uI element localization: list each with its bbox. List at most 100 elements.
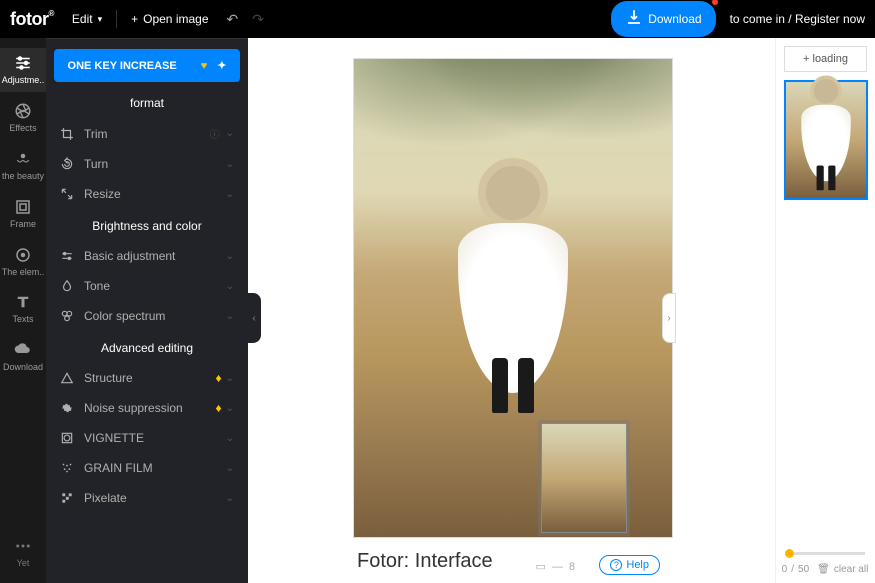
rail-item-label: Download <box>3 363 43 373</box>
tool-pixelate[interactable]: Pixelate ⌄ <box>54 483 240 513</box>
equalizer-icon <box>60 249 74 263</box>
rail-item-label: Texts <box>12 315 33 325</box>
tool-color-spectrum[interactable]: Color spectrum ⌄ <box>54 301 240 331</box>
history-max: 50 <box>798 564 809 575</box>
chevron-down-icon: ⌄ <box>226 373 234 384</box>
crop-icon <box>60 127 74 141</box>
rail-item-beauty[interactable]: the beauty <box>2 150 44 182</box>
adjust-panel: ONE KEY INCREASE ♥ ✦ format Trim ⓘ ⌄ Tur… <box>46 38 248 583</box>
chevron-down-icon: ⌄ <box>226 251 234 262</box>
drop-icon <box>60 279 74 293</box>
undo-button[interactable]: ↶ <box>227 11 239 28</box>
sparkle-icon <box>14 150 32 168</box>
clear-all-button[interactable]: clear all <box>834 564 868 575</box>
tool-label: Tone <box>84 279 226 293</box>
rail-item-adjust[interactable]: Adjustme.. <box>0 48 46 92</box>
open-image-button[interactable]: + Open image <box>131 12 208 26</box>
chevron-down-icon: ⌄ <box>226 433 234 444</box>
one-key-increase-button[interactable]: ONE KEY INCREASE ♥ ✦ <box>54 49 240 82</box>
tool-vignette[interactable]: VIGNETTE ⌄ <box>54 423 240 453</box>
rail-item-label: Frame <box>10 220 36 230</box>
auth-link[interactable]: to come in / Register now <box>730 12 865 26</box>
tool-label: Noise suppression <box>84 401 215 415</box>
rail-item-label: Effects <box>9 124 36 134</box>
rail-item-texts[interactable]: Texts <box>12 293 33 325</box>
grain-icon <box>60 461 74 475</box>
aperture-icon <box>14 102 32 120</box>
rail-item-frame[interactable]: Frame <box>10 198 36 230</box>
tool-label: Pixelate <box>84 491 226 505</box>
tool-structure[interactable]: Structure ♦ ⌄ <box>54 363 240 393</box>
frame-icon <box>14 198 32 216</box>
history-separator: / <box>791 564 794 575</box>
plus-icon: + <box>803 53 809 65</box>
tool-label: GRAIN FILM <box>84 461 226 475</box>
trash-icon[interactable]: 🗑 <box>817 564 830 575</box>
topbar: fotor® Edit ▾ + Open image ↶ ↷ Download … <box>0 0 875 38</box>
section-title-format: format <box>54 96 240 110</box>
tool-label: Basic adjustment <box>84 249 226 263</box>
tool-label: Trim <box>84 127 210 141</box>
help-icon: ? <box>610 559 622 571</box>
premium-heart-icon: ♥ <box>201 60 208 72</box>
rail-item-elements[interactable]: The elem.. <box>2 246 45 278</box>
navigator-preview[interactable] <box>541 423 627 533</box>
tool-turn[interactable]: Turn ⌄ <box>54 149 240 179</box>
sliders-icon <box>14 54 32 72</box>
image-thumbnail[interactable] <box>784 80 868 200</box>
diamond-icon: ♦ <box>215 401 221 415</box>
wand-icon: ✦ <box>217 59 226 72</box>
chevron-down-icon: ⌄ <box>226 281 234 292</box>
chevron-down-icon: ⌄ <box>226 311 234 322</box>
image-caption: Fotor: Interface <box>353 546 511 577</box>
tool-grain-film[interactable]: GRAIN FILM ⌄ <box>54 453 240 483</box>
chevron-down-icon: ⌄ <box>226 159 234 170</box>
rail-item-label: Adjustme.. <box>2 76 45 86</box>
cloud-icon <box>14 341 32 359</box>
triangle-icon <box>60 371 74 385</box>
more-icon <box>14 537 32 555</box>
tool-noise-suppression[interactable]: Noise suppression ♦ ⌄ <box>54 393 240 423</box>
tool-label: Color spectrum <box>84 309 226 323</box>
collapse-panel-button[interactable]: ‹ <box>247 293 261 343</box>
rail-item-label: Yet <box>17 559 30 569</box>
diamond-icon: ♦ <box>215 371 221 385</box>
history-slider[interactable] <box>785 552 865 555</box>
zoom-display: ▭ — 8 <box>535 560 575 573</box>
tool-label: Structure <box>84 371 215 385</box>
plus-icon: + <box>131 12 138 26</box>
rail-yet-button[interactable]: Yet <box>14 537 32 569</box>
chevron-down-icon: ⌄ <box>226 463 234 474</box>
collapse-right-button[interactable]: › <box>662 293 676 343</box>
rail-item-label: The elem.. <box>2 268 45 278</box>
pixel-icon <box>60 491 74 505</box>
section-title-brightness: Brightness and color <box>54 219 240 233</box>
text-icon <box>14 293 32 311</box>
tool-trim[interactable]: Trim ⓘ ⌄ <box>54 118 240 149</box>
one-key-label: ONE KEY INCREASE <box>68 60 177 72</box>
tool-resize[interactable]: Resize ⌄ <box>54 179 240 209</box>
tool-label: Resize <box>84 187 226 201</box>
help-button[interactable]: ? Help <box>599 555 660 575</box>
redo-button[interactable]: ↷ <box>252 11 264 28</box>
logo: fotor® <box>10 9 54 30</box>
info-icon: ⓘ <box>210 126 220 141</box>
arrows-icon <box>60 187 74 201</box>
tool-basic-adjustment[interactable]: Basic adjustment ⌄ <box>54 241 240 271</box>
download-button[interactable]: Download <box>611 1 715 37</box>
chevron-down-icon: ⌄ <box>226 189 234 200</box>
rotate-icon <box>60 157 74 171</box>
rail-item-download[interactable]: Download <box>3 341 43 373</box>
rail-item-label: the beauty <box>2 172 44 182</box>
tool-label: Turn <box>84 157 226 171</box>
history-value: 0 <box>782 564 788 575</box>
rail-item-effects[interactable]: Effects <box>9 102 36 134</box>
tool-tone[interactable]: Tone ⌄ <box>54 271 240 301</box>
edit-menu[interactable]: Edit ▾ <box>72 12 102 26</box>
layers-icon[interactable]: ▭ <box>535 560 545 573</box>
loading-button[interactable]: + loading <box>784 46 867 72</box>
chevron-down-icon: ⌄ <box>226 493 234 504</box>
noise-icon <box>60 401 74 415</box>
star-icon <box>14 246 32 264</box>
download-icon <box>625 8 643 26</box>
